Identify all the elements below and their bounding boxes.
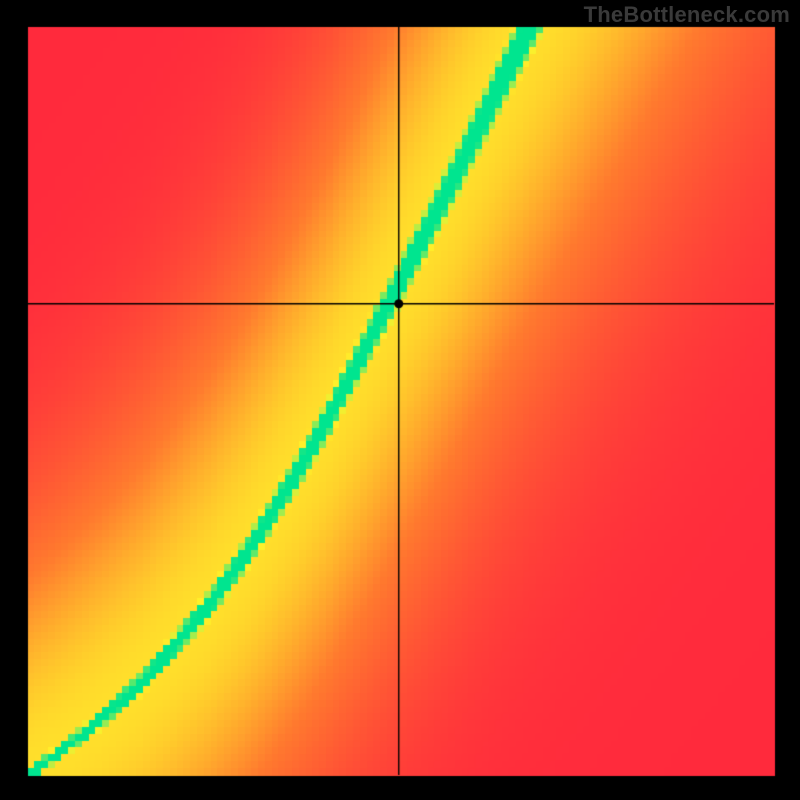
watermark-text: TheBottleneck.com bbox=[584, 2, 790, 28]
heatmap-canvas bbox=[0, 0, 800, 800]
chart-container: TheBottleneck.com bbox=[0, 0, 800, 800]
